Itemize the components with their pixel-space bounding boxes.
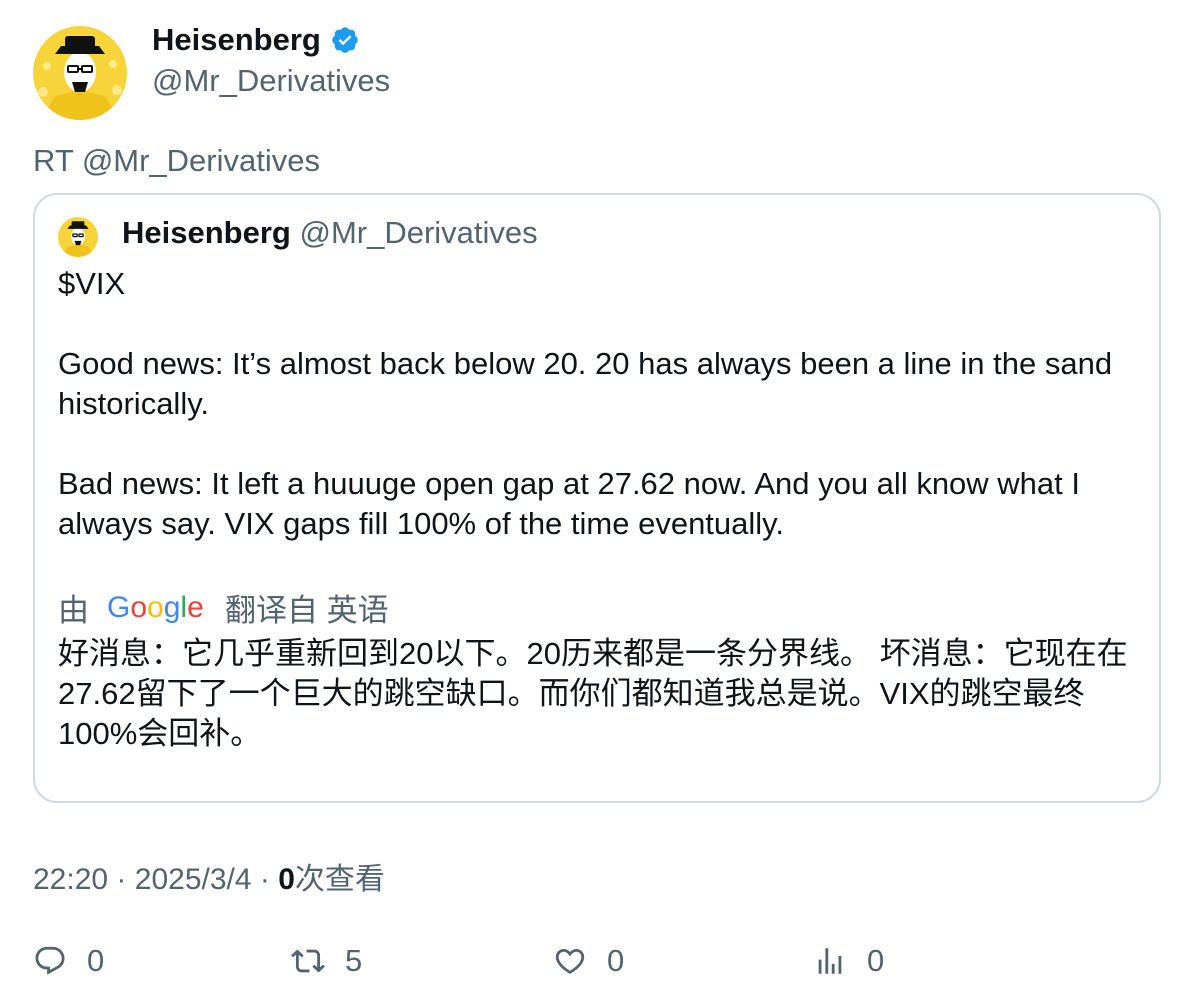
svg-text:Google: Google (107, 591, 204, 624)
quote-text-good-news: Good news: It’s almost back below 20. 20… (58, 346, 1113, 421)
retweet-attribution: RT @Mr_Derivatives (33, 143, 320, 178)
quote-author-name[interactable]: Heisenberg (122, 215, 291, 250)
analytics-icon (818, 948, 842, 974)
views-count: 0 (278, 863, 295, 896)
translated-text: 好消息：它几乎重新回到20以下。20历来都是一条分界线。 坏消息：它现在在27.… (58, 636, 1128, 751)
author-name-text[interactable]: Heisenberg (152, 22, 321, 58)
heart-icon (555, 948, 585, 974)
quote-text-bad-news: Bad news: It left a huuuge open gap at 2… (58, 466, 1081, 541)
meta-separator: · (259, 863, 270, 896)
translate-prefix: 由 (58, 593, 89, 628)
author-name[interactable]: Heisenberg (152, 22, 360, 58)
quote-text: $VIX Good news: It’s almost back below 2… (58, 264, 1138, 544)
views-label: 次查看 (294, 863, 385, 896)
translation-attribution[interactable]: 由 Google 翻译自 英语 (58, 585, 389, 630)
views-action-count: 0 (867, 943, 885, 978)
author-handle[interactable]: @Mr_Derivatives (152, 63, 390, 99)
google-logo-icon: Google (107, 591, 204, 624)
meta-separator: · (116, 863, 127, 896)
heisenberg-avatar-icon (33, 26, 127, 120)
retweet-icon (291, 949, 325, 973)
tweet-date[interactable]: 2025/3/4 (135, 863, 252, 896)
reply-icon (35, 946, 65, 975)
author-avatar[interactable] (33, 26, 127, 120)
like-count: 0 (607, 943, 625, 978)
tweet-time[interactable]: 22:20 (33, 863, 108, 896)
retweet-count: 5 (345, 943, 363, 978)
heisenberg-avatar-small-icon (58, 217, 98, 257)
quote-author-avatar[interactable] (58, 217, 98, 257)
tweet-meta: 22:20 · 2025/3/4 · 0次查看 (33, 854, 385, 898)
views-button[interactable]: 0 (813, 940, 884, 982)
verified-badge-icon (332, 27, 358, 53)
retweet-button[interactable]: 5 (291, 940, 362, 982)
quote-text-ticker: $VIX (58, 266, 126, 301)
reply-count: 0 (87, 943, 105, 978)
quote-author-line[interactable]: Heisenberg @Mr_Derivatives (122, 215, 538, 251)
translate-suffix: 翻译自 英语 (225, 593, 389, 628)
reply-button[interactable]: 0 (33, 940, 104, 982)
quote-author-handle[interactable]: @Mr_Derivatives (299, 215, 537, 250)
like-button[interactable]: 0 (553, 940, 624, 982)
